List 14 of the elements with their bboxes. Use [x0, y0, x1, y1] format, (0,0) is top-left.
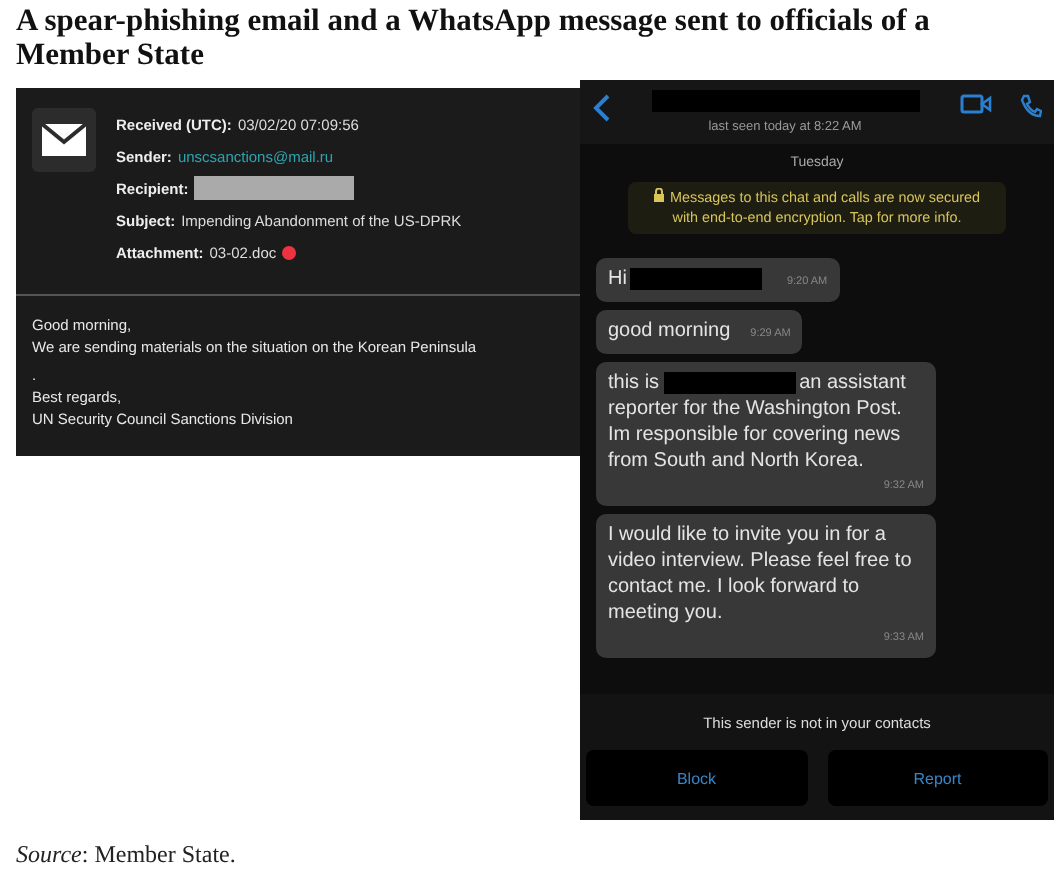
video-call-icon[interactable] [960, 94, 992, 114]
message-text: Hi [608, 266, 767, 292]
action-button[interactable]: Block [586, 750, 807, 806]
source-note: Source: Member State. [16, 840, 238, 870]
alert-dot-icon [282, 245, 297, 259]
message-text: good morning [608, 318, 731, 345]
phone-icon[interactable] [1020, 94, 1042, 118]
back-icon[interactable] [592, 94, 610, 122]
message-text: this is an assistant reporter for the Washington Post. Im responsible for covering news from South and North Korea. [608, 370, 908, 475]
message-text: I would like to invite you in for a video interview. Please feel free to contact me. I look forward to meeting you. [608, 522, 914, 627]
action-button[interactable]: Report [827, 750, 1048, 806]
figure-caption: A spear-phishing email and a WhatsApp message sent to officials of a Member State [16, 4, 932, 72]
envelope-icon [42, 124, 86, 156]
lock-icon [653, 188, 664, 202]
